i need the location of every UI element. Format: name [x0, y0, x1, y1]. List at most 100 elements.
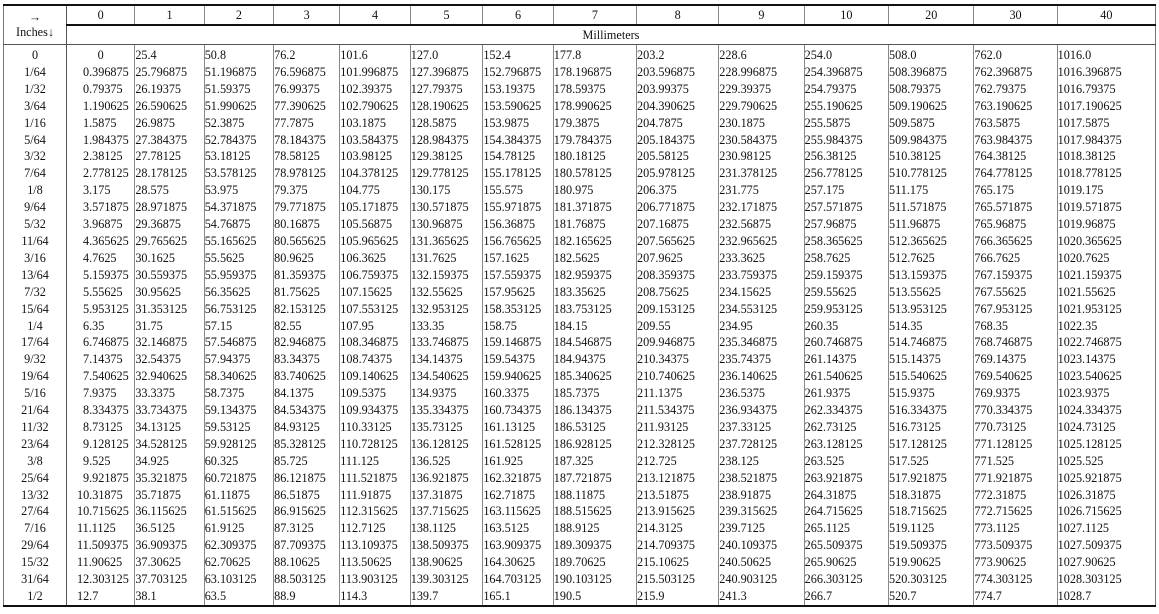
millimeter-cell: 113.50625: [339, 554, 411, 572]
millimeter-cell: 260.746875: [803, 334, 889, 352]
millimeter-cell: 264.31875: [803, 486, 889, 504]
millimeter-cell: 60.721875: [203, 469, 274, 487]
millimeter-cell: 88.9: [273, 588, 340, 606]
millimeter-cell: 509.5875: [887, 114, 974, 132]
millimeter-cell: 263.921875: [803, 469, 889, 487]
millimeter-cell: 51.196875: [203, 63, 274, 81]
millimeter-cell: 1026.31875: [1056, 486, 1156, 504]
millimeter-cell: 111.521875: [339, 469, 411, 487]
millimeter-cell: 155.575: [482, 182, 554, 200]
millimeter-cell: 139.303125: [409, 571, 483, 588]
millimeter-cell: 178.196875: [552, 63, 637, 81]
column-header: 8: [636, 5, 719, 26]
millimeter-cell: 138.90625: [409, 554, 483, 572]
millimeter-cell: 238.125: [718, 452, 805, 470]
inch-fraction-cell: 23/64: [3, 435, 67, 453]
millimeter-cell: 237.33125: [718, 418, 805, 436]
millimeter-cell: 762.0: [973, 44, 1058, 64]
millimeter-cell: 511.175: [887, 182, 974, 200]
millimeter-cell: 213.915625: [636, 503, 719, 521]
millimeter-cell: 211.1375: [636, 385, 719, 403]
millimeter-cell: 515.540625: [887, 368, 974, 386]
millimeter-cell: 180.578125: [552, 165, 637, 183]
millimeter-cell: 510.38125: [887, 148, 974, 166]
millimeter-cell: 1.5875: [65, 114, 135, 132]
millimeter-cell: 519.90625: [887, 554, 974, 572]
millimeter-cell: 79.375: [273, 182, 340, 200]
millimeter-cell: 241.3: [718, 588, 805, 606]
millimeter-cell: 35.321875: [134, 469, 205, 487]
millimeter-cell: 63.5: [203, 588, 274, 606]
millimeter-cell: 163.5125: [482, 520, 554, 538]
millimeter-cell: 155.178125: [482, 165, 554, 183]
millimeter-cell: 204.7875: [636, 114, 719, 132]
millimeter-cell: 105.171875: [339, 199, 411, 217]
millimeter-cell: 7.540625: [65, 368, 135, 386]
millimeter-cell: 1021.159375: [1056, 266, 1156, 284]
millimeter-cell: 103.584375: [339, 131, 411, 149]
inch-fraction-cell: 5/16: [3, 385, 67, 403]
millimeter-cell: 189.70625: [552, 554, 637, 572]
millimeter-cell: 158.75: [482, 317, 554, 335]
inch-fraction-cell: 1/64: [3, 63, 67, 81]
millimeter-cell: 163.115625: [482, 503, 554, 521]
table-row: 23/64 9.128125 34.528125 59.928125 85.328125…: [3, 435, 1156, 453]
millimeter-cell: 163.909375: [482, 537, 554, 555]
millimeter-cell: 236.140625: [718, 368, 805, 386]
millimeter-cell: 185.340625: [552, 368, 637, 386]
millimeter-cell: 1017.5875: [1056, 114, 1156, 132]
millimeter-cell: 235.346875: [718, 334, 805, 352]
millimeter-cell: 57.15: [203, 317, 274, 335]
millimeter-cell: 259.953125: [803, 300, 889, 318]
millimeter-cell: 255.984375: [803, 131, 889, 149]
millimeter-cell: 137.31875: [409, 486, 483, 504]
column-header: 0: [65, 5, 135, 26]
millimeter-cell: 266.7: [803, 588, 889, 606]
millimeter-cell: 511.571875: [887, 199, 974, 217]
millimeter-cell: 231.775: [718, 182, 805, 200]
millimeter-cell: 1025.525: [1056, 452, 1156, 470]
millimeter-cell: 159.940625: [482, 368, 554, 386]
millimeter-cell: 190.103125: [552, 571, 637, 588]
millimeter-cell: 50.8: [203, 44, 274, 64]
millimeter-cell: 157.559375: [482, 266, 554, 284]
millimeter-cell: 203.99375: [636, 80, 719, 98]
millimeter-cell: 215.10625: [636, 554, 719, 572]
millimeter-cell: 26.19375: [134, 80, 205, 98]
table-row: 21/64 8.334375 33.734375 59.134375 84.534375…: [3, 402, 1156, 419]
millimeter-cell: 29.36875: [134, 216, 205, 233]
millimeter-cell: 1020.365625: [1056, 232, 1156, 250]
millimeter-cell: 1020.7625: [1056, 249, 1156, 267]
millimeter-cell: 35.71875: [134, 486, 205, 504]
millimeter-cell: 26.590625: [134, 97, 205, 115]
millimeter-cell: 156.36875: [482, 216, 554, 233]
millimeter-cell: 132.55625: [409, 283, 483, 301]
millimeter-cell: 138.1125: [409, 520, 483, 538]
millimeter-cell: 178.59375: [552, 80, 637, 98]
inch-fraction-cell: 11/64: [3, 232, 67, 250]
millimeter-cell: 155.971875: [482, 199, 554, 217]
millimeter-cell: 762.79375: [973, 80, 1058, 98]
millimeter-cell: 265.1125: [803, 520, 889, 538]
millimeter-cell: 31.75: [134, 317, 205, 335]
millimeter-cell: 229.39375: [718, 80, 805, 98]
millimeter-cell: 160.734375: [482, 402, 554, 419]
millimeter-cell: 127.396875: [409, 63, 483, 81]
millimeter-cell: 152.4: [482, 44, 554, 64]
millimeter-cell: 187.325: [552, 452, 637, 470]
millimeter-cell: 232.56875: [718, 216, 805, 233]
millimeter-cell: 58.7375: [203, 385, 274, 403]
table-row: 5/32 3.96875 29.36875 54.76875 80.16875 105.5…: [3, 216, 1156, 233]
inch-fraction-cell: 31/64: [3, 571, 67, 588]
millimeter-cell: 159.146875: [482, 334, 554, 352]
column-header: 1: [134, 5, 205, 26]
millimeter-cell: 186.53125: [552, 418, 637, 436]
millimeter-cell: 161.925: [482, 452, 554, 470]
table-row: 7/32 5.55625 30.95625 56.35625 81.75625 107.1…: [3, 283, 1156, 301]
millimeter-cell: 510.778125: [887, 165, 974, 183]
millimeter-cell: 157.1625: [482, 249, 554, 267]
table-row: 5/16 7.9375 33.3375 58.7375 84.1375 109.5375 1…: [3, 385, 1156, 403]
inches-label: Inches↓: [16, 25, 54, 39]
millimeter-cell: 233.759375: [718, 266, 805, 284]
table-row: 0 0 25.4 50.8 76.2 101.6 127.0 152.4 177.8 203.2 2…: [3, 44, 1156, 64]
